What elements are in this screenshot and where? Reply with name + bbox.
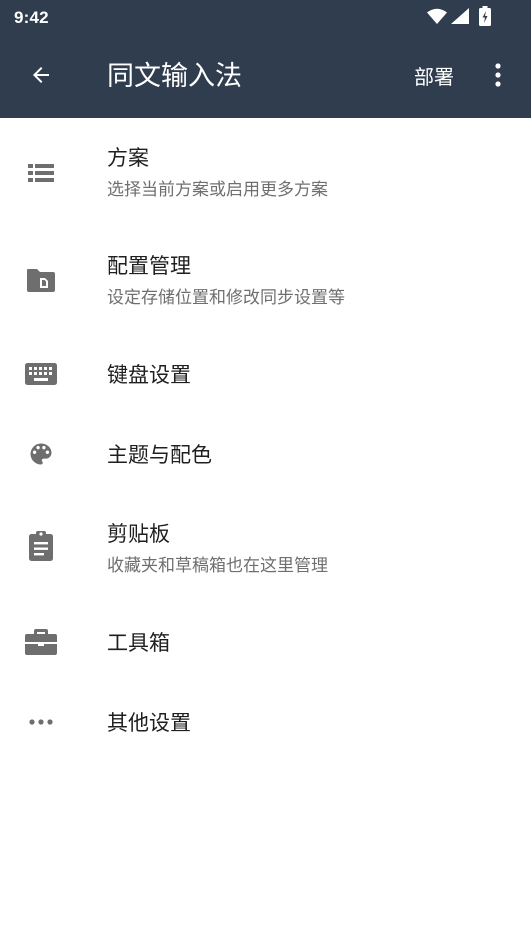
menu-item-clipboard[interactable]: 剪贴板 收藏夹和草稿箱也在这里管理 (0, 494, 531, 602)
more-vert-icon (495, 63, 501, 91)
item-title: 剪贴板 (107, 522, 170, 546)
cell-signal-icon (451, 8, 469, 28)
item-title: 工具箱 (107, 631, 170, 655)
status-time: 9:42 (14, 8, 49, 27)
menu-item-toolbox[interactable]: 工具箱 (0, 602, 531, 682)
status-bar: 9:42 (0, 0, 531, 36)
back-button[interactable] (22, 58, 60, 96)
list-icon (22, 154, 60, 192)
app-bar: 同文输入法 部署 (0, 36, 531, 118)
item-subtitle: 收藏夹和草稿箱也在这里管理 (107, 556, 328, 576)
palette-icon (22, 435, 60, 473)
menu-item-theme-colors[interactable]: 主题与配色 (0, 414, 531, 494)
item-title: 配置管理 (107, 254, 191, 278)
item-title: 键盘设置 (107, 363, 191, 387)
menu-item-other-settings[interactable]: 其他设置 (0, 682, 531, 762)
toolbox-icon (22, 623, 60, 661)
keyboard-icon (22, 355, 60, 393)
overflow-menu-button[interactable] (486, 62, 510, 92)
menu-item-schemes[interactable]: 方案 选择当前方案或启用更多方案 (0, 118, 531, 226)
battery-charging-icon (479, 6, 491, 30)
deploy-button[interactable]: 部署 (414, 64, 454, 90)
more-horiz-icon (22, 703, 60, 741)
page-title: 同文输入法 (107, 61, 242, 92)
item-title: 主题与配色 (107, 443, 212, 467)
back-arrow-icon (29, 63, 53, 91)
item-title: 其他设置 (107, 711, 191, 735)
menu-item-keyboard-settings[interactable]: 键盘设置 (0, 334, 531, 414)
status-icons (427, 6, 491, 30)
item-subtitle: 选择当前方案或启用更多方案 (107, 180, 328, 200)
clipboard-icon (22, 527, 60, 565)
folder-icon (22, 261, 60, 299)
item-title: 方案 (107, 146, 149, 170)
item-subtitle: 设定存储位置和修改同步设置等 (107, 288, 345, 308)
wifi-icon (427, 8, 447, 28)
menu-item-config-management[interactable]: 配置管理 设定存储位置和修改同步设置等 (0, 226, 531, 334)
